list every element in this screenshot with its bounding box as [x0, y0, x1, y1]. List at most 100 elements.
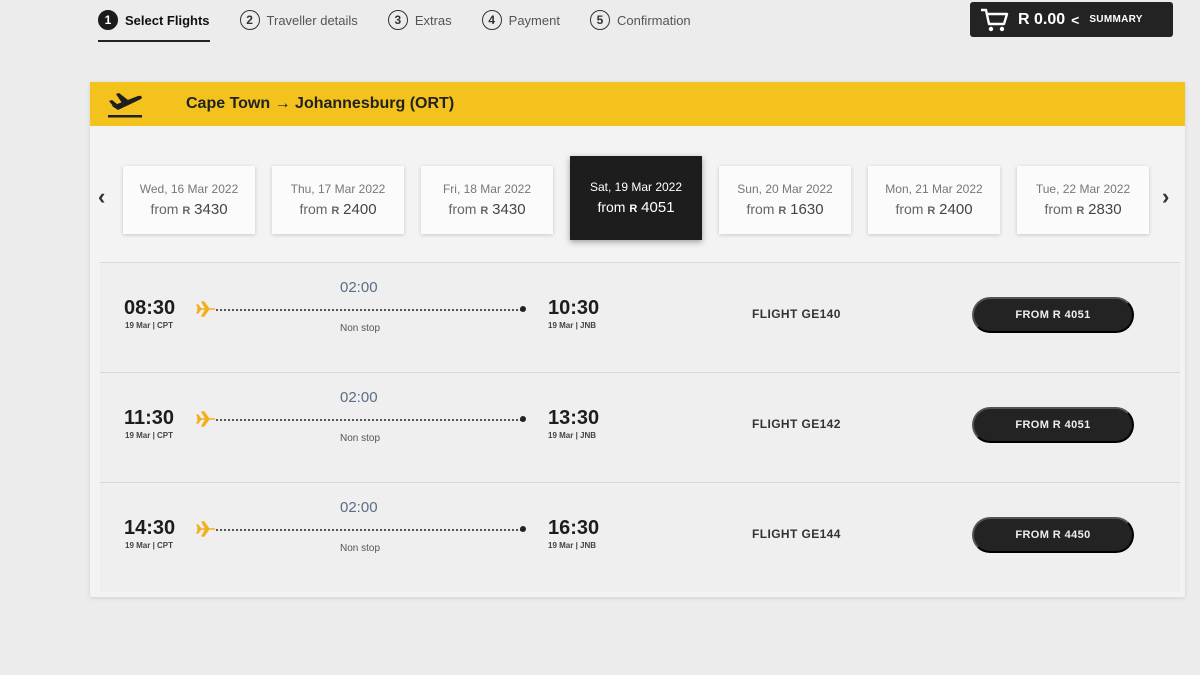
date-option[interactable]: Wed, 16 Mar 2022 from R 3430	[123, 166, 255, 234]
flight-booking-page: 1 Select Flights 2 Traveller details 3 E…	[0, 0, 1200, 675]
from-label: from	[597, 199, 626, 215]
price-amount: 1630	[790, 201, 824, 218]
currency: R	[182, 205, 191, 217]
step-label: Select Flights	[125, 12, 210, 28]
step-extras[interactable]: 3 Extras	[387, 10, 452, 42]
cart-icon	[981, 8, 1009, 31]
date-label: Tue, 22 Mar 2022	[1035, 182, 1131, 196]
route-line	[216, 419, 522, 421]
date-price: from R 2400	[895, 201, 972, 218]
route-header: Cape Town → Johannesburg (ORT)	[90, 82, 1185, 126]
step-number: 2	[239, 10, 260, 30]
flight-number: FLIGHT GE144	[752, 527, 841, 541]
flight-number: FLIGHT GE140	[752, 307, 841, 321]
currency: R	[1076, 205, 1085, 217]
flight-duration: 02:00	[340, 499, 378, 516]
chevron-left-icon: <	[1071, 11, 1080, 28]
step-label: Payment	[508, 12, 560, 28]
arrival-time: 10:30	[548, 297, 600, 319]
date-option[interactable]: Tue, 22 Mar 2022 from R 2830	[1017, 166, 1149, 234]
step-confirmation[interactable]: 5 Confirmation	[589, 10, 691, 42]
plane-departure-icon	[90, 82, 160, 126]
arrival-info: 19 Mar | JNB	[548, 541, 597, 550]
flight-row: 14:30 19 Mar | CPT 02:00 Non stop 16:30 …	[100, 482, 1180, 592]
cart-summary-button[interactable]: R 0.00 < SUMMARY	[970, 2, 1173, 37]
step-payment[interactable]: 4 Payment	[481, 10, 560, 42]
plane-icon	[196, 411, 215, 427]
stops-label: Non stop	[340, 323, 381, 334]
date-label: Mon, 21 Mar 2022	[885, 182, 983, 196]
flight-results-card: Cape Town → Johannesburg (ORT) ‹ Wed, 16…	[90, 82, 1185, 597]
flight-number: FLIGHT GE142	[752, 417, 841, 431]
price-amount: 3430	[194, 201, 228, 218]
currency: R	[778, 205, 787, 217]
arrival-time: 16:30	[548, 517, 600, 539]
date-price: from R 2400	[299, 201, 376, 218]
date-label: Fri, 18 Mar 2022	[442, 182, 532, 196]
flight-list: 08:30 19 Mar | CPT 02:00 Non stop 10:30 …	[100, 262, 1180, 592]
arrival-info: 19 Mar | JNB	[548, 321, 597, 330]
from-label: from	[746, 201, 775, 217]
chevron-left-icon[interactable]: ‹	[98, 184, 105, 210]
date-price: from R 2830	[1044, 201, 1121, 218]
from-label: from	[299, 201, 328, 217]
arrival-time: 13:30	[548, 407, 600, 429]
step-number: 4	[481, 10, 502, 30]
select-fare-button[interactable]: FROM R 4051	[972, 297, 1134, 333]
summary-label: SUMMARY	[1089, 14, 1143, 25]
date-option[interactable]: Mon, 21 Mar 2022 from R 2400	[868, 166, 1000, 234]
departure-info: 19 Mar | CPT	[125, 431, 174, 440]
route-end-dot	[520, 416, 526, 422]
arrival-info: 19 Mar | JNB	[548, 431, 597, 440]
select-fare-button[interactable]: FROM R 4051	[972, 407, 1134, 443]
stops-label: Non stop	[340, 433, 381, 444]
currency: R	[480, 205, 489, 217]
select-fare-button[interactable]: FROM R 4450	[972, 517, 1134, 553]
price-amount: 2400	[939, 201, 973, 218]
stops-label: Non stop	[340, 543, 381, 554]
step-select-flights[interactable]: 1 Select Flights	[98, 10, 210, 42]
step-label: Confirmation	[616, 12, 691, 28]
step-traveller-details[interactable]: 2 Traveller details	[239, 10, 358, 42]
date-option[interactable]: Fri, 18 Mar 2022 from R 3430	[421, 166, 553, 234]
date-option[interactable]: Sun, 20 Mar 2022 from R 1630	[719, 166, 851, 234]
from-label: from	[150, 201, 179, 217]
date-carousel: ‹ Wed, 16 Mar 2022 from R 3430 Thu, 17 M…	[90, 156, 1185, 246]
route-title: Cape Town → Johannesburg (ORT)	[186, 95, 455, 112]
date-option-selected[interactable]: Sat, 19 Mar 2022 from R 4051	[570, 156, 702, 240]
from-label: from	[895, 201, 924, 217]
price-amount: 4051	[641, 199, 675, 216]
date-label: Sat, 19 Mar 2022	[589, 180, 683, 194]
date-label: Wed, 16 Mar 2022	[139, 182, 239, 196]
price-amount: 2400	[343, 201, 377, 218]
from-label: from	[448, 201, 477, 217]
from-label: from	[1044, 201, 1073, 217]
route-end-dot	[520, 526, 526, 532]
step-label: Extras	[414, 12, 452, 28]
step-label: Traveller details	[266, 12, 358, 28]
price-amount: 2830	[1088, 201, 1122, 218]
flight-row: 11:30 19 Mar | CPT 02:00 Non stop 13:30 …	[100, 372, 1180, 482]
step-number: 3	[387, 10, 408, 30]
chevron-right-icon[interactable]: ›	[1162, 184, 1169, 210]
currency: R	[629, 203, 638, 215]
date-label: Sun, 20 Mar 2022	[737, 182, 833, 196]
date-label: Thu, 17 Mar 2022	[290, 182, 386, 196]
currency: R	[331, 205, 340, 217]
departure-info: 19 Mar | CPT	[125, 321, 174, 330]
price-amount: 3430	[492, 201, 526, 218]
departure-time: 14:30	[124, 517, 176, 539]
flight-duration: 02:00	[340, 389, 378, 406]
date-price: from R 3430	[150, 201, 227, 218]
step-number: 1	[98, 10, 118, 30]
plane-icon	[196, 521, 215, 537]
date-option[interactable]: Thu, 17 Mar 2022 from R 2400	[272, 166, 404, 234]
currency: R	[927, 205, 936, 217]
flight-row: 08:30 19 Mar | CPT 02:00 Non stop 10:30 …	[100, 262, 1180, 372]
cart-amount: R 0.00	[1018, 10, 1066, 28]
booking-stepper: 1 Select Flights 2 Traveller details 3 E…	[98, 10, 721, 42]
date-price: from R 3430	[448, 201, 525, 218]
route-end-dot	[520, 306, 526, 312]
departure-info: 19 Mar | CPT	[125, 541, 174, 550]
date-price: from R 1630	[746, 201, 823, 218]
